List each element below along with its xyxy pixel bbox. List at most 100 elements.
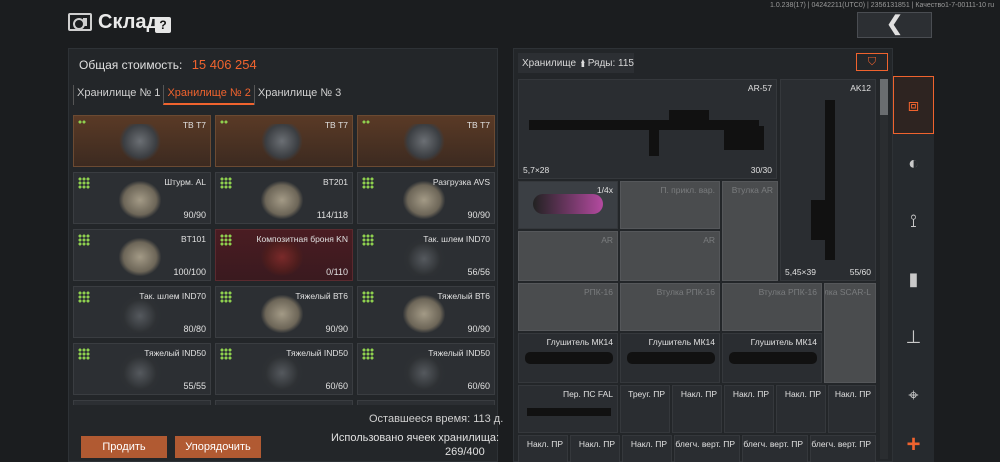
grip-item[interactable]: Облегч. верт. ПР — [742, 435, 808, 462]
suppressor-item[interactable]: Глушитель МК14 — [518, 333, 618, 383]
storage-item-card[interactable]: Так. шлем IND70 56/56 — [357, 229, 495, 281]
grip-item[interactable]: Треуг. ПР — [620, 385, 670, 433]
item-name: Разгрузка AVS — [432, 177, 490, 187]
storage-header: Хранилище Ряды: 115 — [518, 53, 634, 73]
add-button[interactable]: + — [893, 432, 934, 460]
top-bar: Склад ? 1.0.238(17) | 04242211(UTC0) | 2… — [0, 0, 1000, 46]
size-dots-icon — [78, 291, 90, 303]
category-grips[interactable]: ⊥ — [893, 308, 934, 366]
category-weapons[interactable]: ⟟ — [893, 192, 934, 250]
storage-item-card[interactable]: Тяжелый ВТ6 90/90 — [357, 286, 495, 338]
rail-item[interactable]: Пер. ПС FAL — [518, 385, 618, 433]
page-title: Склад — [98, 11, 160, 33]
item-durability: 60/60 — [467, 381, 490, 391]
item-image — [119, 124, 161, 162]
sight-icon: ⌖ — [908, 384, 919, 405]
rifle-image — [825, 100, 835, 260]
version-text: 1.0.238(17) | 04242211(UTC0) | 235613185… — [770, 2, 995, 9]
storage-item-card[interactable]: Композитная броня KN 0/110 — [215, 229, 353, 281]
ghost-slot: РПК-16 — [518, 283, 618, 331]
scope-item[interactable]: 1/4x — [518, 181, 618, 229]
item-name: Тяжелый ВТ6 — [437, 291, 490, 301]
size-dots-icon — [362, 120, 370, 124]
storage-item-card[interactable]: Так. шлем IND70 80/80 — [73, 286, 211, 338]
storage-item-card[interactable]: Разгрузка AVS 90/90 — [357, 172, 495, 224]
storage-item-card[interactable]: BT201 114/118 — [215, 172, 353, 224]
size-dots-icon — [78, 234, 90, 246]
tab-storage-2[interactable]: Хранилище № 2 — [163, 85, 254, 105]
inventory-panel: Хранилище Ряды: 115 ⛉ AR-57 5,7×28 30/30… — [513, 48, 893, 462]
size-dots-icon — [362, 291, 374, 303]
warehouse-icon — [68, 13, 92, 31]
storage-item-card[interactable]: Тяжелый IND50 60/60 — [215, 343, 353, 395]
item-image — [261, 181, 303, 219]
item-name: Тяжелый ВТ6 — [295, 291, 348, 301]
weapon-ak12[interactable]: AK12 5,45×39 55/60 — [780, 79, 876, 281]
tab-storage-3[interactable]: Хранилище № 3 — [253, 85, 344, 105]
weapon-ammo: 55/60 — [849, 267, 871, 277]
suppressor-item[interactable]: Глушитель МК14 — [620, 333, 720, 383]
sort-button[interactable]: Упорядочить — [175, 436, 261, 458]
scrollbar[interactable] — [880, 79, 888, 459]
grip-item[interactable]: Облегч. верт. ПР — [674, 435, 740, 462]
weapon-name: AK12 — [850, 83, 871, 93]
item-durability: 90/90 — [467, 210, 490, 220]
category-sights[interactable]: ⌖ — [893, 366, 934, 424]
weapon-caliber: 5,7×28 — [523, 165, 550, 175]
grip-item[interactable]: Накл. ПР — [672, 385, 722, 433]
item-durability: 55/55 — [183, 381, 206, 391]
help-button[interactable]: ? — [155, 17, 171, 33]
suppressor-item[interactable]: Глушитель МК14 — [722, 333, 822, 383]
category-all[interactable]: ⧈ — [893, 76, 934, 134]
scrollbar-thumb[interactable] — [880, 79, 888, 115]
grip-item[interactable]: Накл. ПР — [724, 385, 774, 433]
item-name: BT201 — [322, 177, 348, 187]
category-magazines[interactable]: ▮ — [893, 250, 934, 308]
grip-item[interactable]: Накл. ПР — [518, 435, 568, 462]
box-stack-icon: ⧈ — [907, 94, 920, 115]
storage-item-card[interactable]: Штурм. AL 90/90 — [73, 172, 211, 224]
grip-item[interactable]: Накл. ПР — [776, 385, 826, 433]
sell-button[interactable]: Продить — [81, 436, 167, 458]
storage-item-card[interactable]: Воин — [215, 400, 353, 405]
grip-item[interactable]: Накл. ПР — [828, 385, 876, 433]
item-name: ТВ Т7 — [182, 120, 206, 130]
item-name: ТВ Т7 — [324, 120, 348, 130]
size-dots-icon — [78, 177, 90, 189]
rifle-icon: ⟟ — [910, 210, 917, 231]
size-dots-icon — [362, 234, 374, 246]
item-image — [403, 124, 445, 162]
grip-item[interactable]: Облегч. верт. ПР — [810, 435, 876, 462]
storage-item-card[interactable]: Воин — [357, 400, 495, 405]
storage-item-card[interactable]: Тяжелый IND50 — [73, 400, 211, 405]
ghost-slot: Втулка РПК-16 — [620, 283, 720, 331]
grip-item[interactable]: Накл. ПР — [622, 435, 672, 462]
item-image — [119, 181, 161, 219]
item-durability: 56/56 — [467, 267, 490, 277]
item-name: BT101 — [180, 234, 206, 244]
size-dots-icon — [220, 291, 232, 303]
filter-button[interactable]: ⛉ — [856, 53, 888, 71]
item-name: Так. шлем IND70 — [423, 234, 490, 244]
suppressor-image — [525, 352, 613, 364]
storage-item-card[interactable]: Тяжелый ВТ6 90/90 — [215, 286, 353, 338]
category-gear[interactable]: ◐ — [893, 134, 934, 192]
item-durability: 60/60 — [325, 381, 348, 391]
suppressor-image — [729, 352, 817, 364]
weapon-ar57[interactable]: AR-57 5,7×28 30/30 — [518, 79, 777, 179]
total-value: Общая стоимость: 15 406 254 — [79, 57, 257, 72]
storage-item-card[interactable]: BT101 100/100 — [73, 229, 211, 281]
storage-item-card[interactable]: Тяжелый IND50 60/60 — [357, 343, 495, 395]
storage-item-card[interactable]: ТВ Т7 — [357, 115, 495, 167]
storage-item-card[interactable]: ТВ Т7 — [73, 115, 211, 167]
size-dots-icon — [78, 120, 86, 124]
item-image — [119, 238, 161, 276]
magazine-icon: ▮ — [908, 268, 919, 289]
grip-icon: ⊥ — [905, 326, 922, 347]
storage-item-card[interactable]: ТВ Т7 — [215, 115, 353, 167]
storage-item-card[interactable]: Тяжелый IND50 55/55 — [73, 343, 211, 395]
total-label: Общая стоимость: — [79, 58, 183, 72]
grip-item[interactable]: Накл. ПР — [570, 435, 620, 462]
back-button[interactable]: ❮ — [857, 12, 932, 38]
tab-storage-1[interactable]: Хранилище № 1 — [73, 85, 163, 105]
